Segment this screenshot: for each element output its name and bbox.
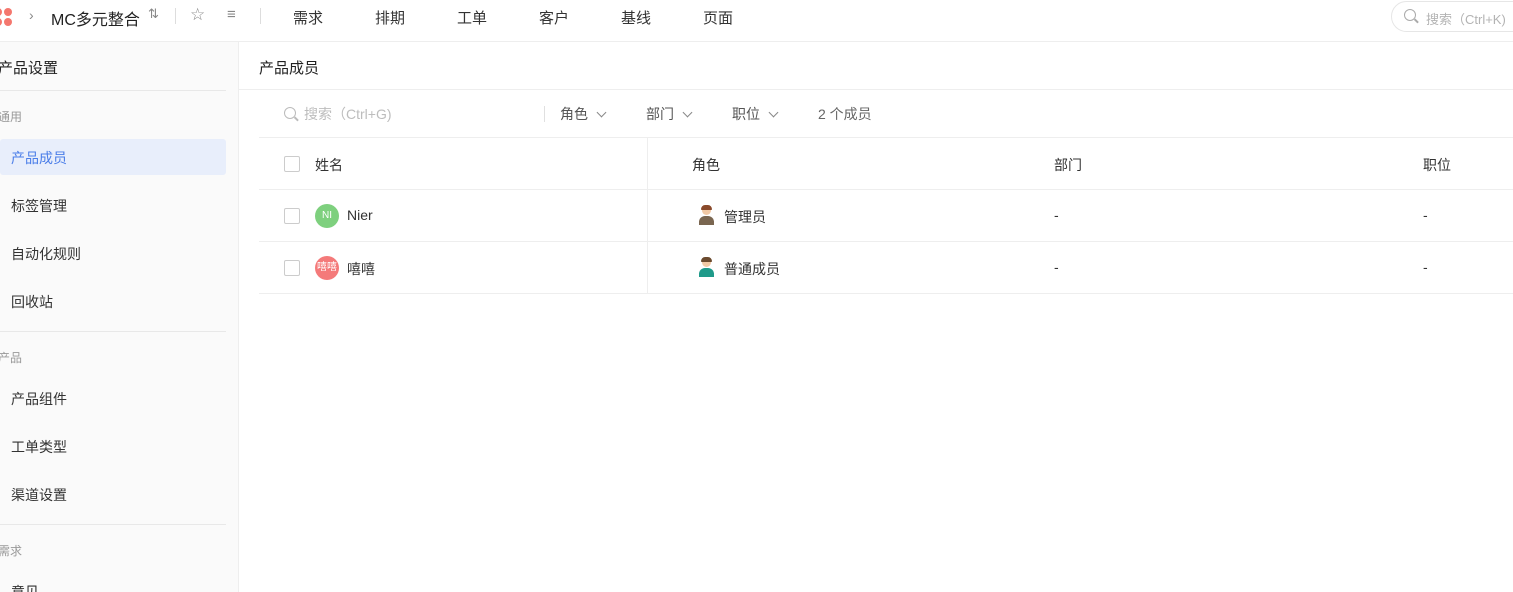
select-all-checkbox[interactable] <box>284 156 300 172</box>
member-name: 嘻嘻 <box>347 261 375 277</box>
row-checkbox[interactable] <box>284 208 300 224</box>
top-bar: › MC多元整合 ⇅ ☆ ≡ 需求 排期 工单 客户 基线 页面 搜索（Ctrl… <box>0 0 1513 42</box>
avatar: NI <box>315 204 339 228</box>
nav-tab-schedule[interactable]: 排期 <box>375 7 405 28</box>
member-position: - <box>1423 259 1428 275</box>
sidebar-item-channels[interactable]: 渠道设置 <box>0 476 226 512</box>
divider <box>0 90 226 91</box>
sidebar-item-components[interactable]: 产品组件 <box>0 380 226 416</box>
column-header-name[interactable]: 姓名 <box>315 155 343 175</box>
column-header-position[interactable]: 职位 <box>1423 155 1451 175</box>
chevron-down-icon <box>682 107 693 118</box>
sidebar-item-automation[interactable]: 自动化规则 <box>0 235 226 271</box>
star-icon[interactable]: ☆ <box>190 5 205 25</box>
divider <box>0 524 226 525</box>
sidebar-item-label: 意见 <box>11 584 39 592</box>
chevron-right-icon: › <box>29 7 34 23</box>
position-filter-label: 职位 <box>732 106 760 122</box>
divider <box>260 8 261 24</box>
table-header: 姓名 角色 部门 职位 <box>259 138 1513 190</box>
sidebar-item-label: 自动化规则 <box>11 246 81 262</box>
sidebar-group-general: 通用 <box>0 110 23 124</box>
divider <box>544 106 545 122</box>
nav-tab-requirements[interactable]: 需求 <box>293 7 323 28</box>
department-filter-dropdown[interactable]: 部门 <box>646 104 693 124</box>
sidebar-item-ticket-types[interactable]: 工单类型 <box>0 428 226 464</box>
chevron-down-icon <box>596 107 607 118</box>
nav-tab-customers[interactable]: 客户 <box>539 7 569 28</box>
column-header-department[interactable]: 部门 <box>1054 155 1082 175</box>
chevron-down-icon <box>768 107 779 118</box>
sidebar-item-label: 产品成员 <box>11 150 67 166</box>
role-filter-dropdown[interactable]: 角色 <box>560 104 607 124</box>
sidebar-group-product: 产品 <box>0 351 23 365</box>
table-row[interactable]: 嘻嘻 嘻嘻 普通成员 - - <box>259 242 1513 294</box>
column-divider[interactable] <box>647 138 648 294</box>
sidebar-title: 产品设置 <box>0 60 59 77</box>
position-filter-dropdown[interactable]: 职位 <box>732 104 779 124</box>
sidebar-group-requirements: 需求 <box>0 544 23 558</box>
product-name[interactable]: MC多元整合 <box>51 6 140 30</box>
global-search-box[interactable]: 搜索（Ctrl+K) <box>1391 1 1513 32</box>
member-department: - <box>1054 207 1059 223</box>
app-logo-icon[interactable] <box>0 8 18 26</box>
nav-tab-tickets[interactable]: 工单 <box>457 7 487 28</box>
nav-tab-pages[interactable]: 页面 <box>703 7 733 28</box>
admin-role-icon <box>697 205 715 225</box>
member-toolbar: 角色 部门 职位 2 个成员 <box>259 90 1513 138</box>
sidebar-item-label: 回收站 <box>11 294 53 310</box>
search-icon <box>1404 9 1416 21</box>
sidebar-item-label: 渠道设置 <box>11 487 67 503</box>
member-department: - <box>1054 259 1059 275</box>
table-row[interactable]: NI Nier 管理员 - - <box>259 190 1513 242</box>
sidebar-item-recycle-bin[interactable]: 回收站 <box>0 283 226 319</box>
search-icon <box>284 107 296 119</box>
member-position: - <box>1423 207 1428 223</box>
column-header-role[interactable]: 角色 <box>692 155 720 175</box>
department-filter-label: 部门 <box>646 106 674 122</box>
member-count: 2 个成员 <box>818 106 872 122</box>
divider <box>0 331 226 332</box>
member-role[interactable]: 管理员 <box>724 207 766 227</box>
sidebar-item-label: 产品组件 <box>11 391 67 407</box>
nav-tab-baseline[interactable]: 基线 <box>621 7 651 28</box>
settings-sidebar: 产品设置 通用 产品成员 标签管理 自动化规则 回收站 产品 产品组件 工单类型… <box>0 42 239 592</box>
member-search-input[interactable] <box>304 103 534 125</box>
main-content: 产品成员 角色 部门 职位 2 个成员 姓名 角色 部门 职位 NI Nier … <box>239 42 1513 592</box>
sidebar-item-label: 标签管理 <box>11 198 67 214</box>
switch-product-icon[interactable]: ⇅ <box>148 6 159 22</box>
member-role[interactable]: 普通成员 <box>724 259 780 279</box>
row-checkbox[interactable] <box>284 260 300 276</box>
global-search-placeholder: 搜索（Ctrl+K) <box>1426 12 1506 27</box>
settings-sliders-icon[interactable]: ≡ <box>227 6 236 23</box>
sidebar-item-members[interactable]: 产品成员 <box>0 139 226 175</box>
sidebar-item-label: 工单类型 <box>11 439 67 455</box>
sidebar-item-feedback[interactable]: 意见 <box>0 573 226 592</box>
avatar: 嘻嘻 <box>315 256 339 280</box>
member-role-icon <box>697 257 715 277</box>
role-filter-label: 角色 <box>560 106 588 122</box>
divider <box>175 8 176 24</box>
page-title: 产品成员 <box>259 60 320 77</box>
sidebar-item-tags[interactable]: 标签管理 <box>0 187 226 223</box>
member-name: Nier <box>347 207 373 223</box>
